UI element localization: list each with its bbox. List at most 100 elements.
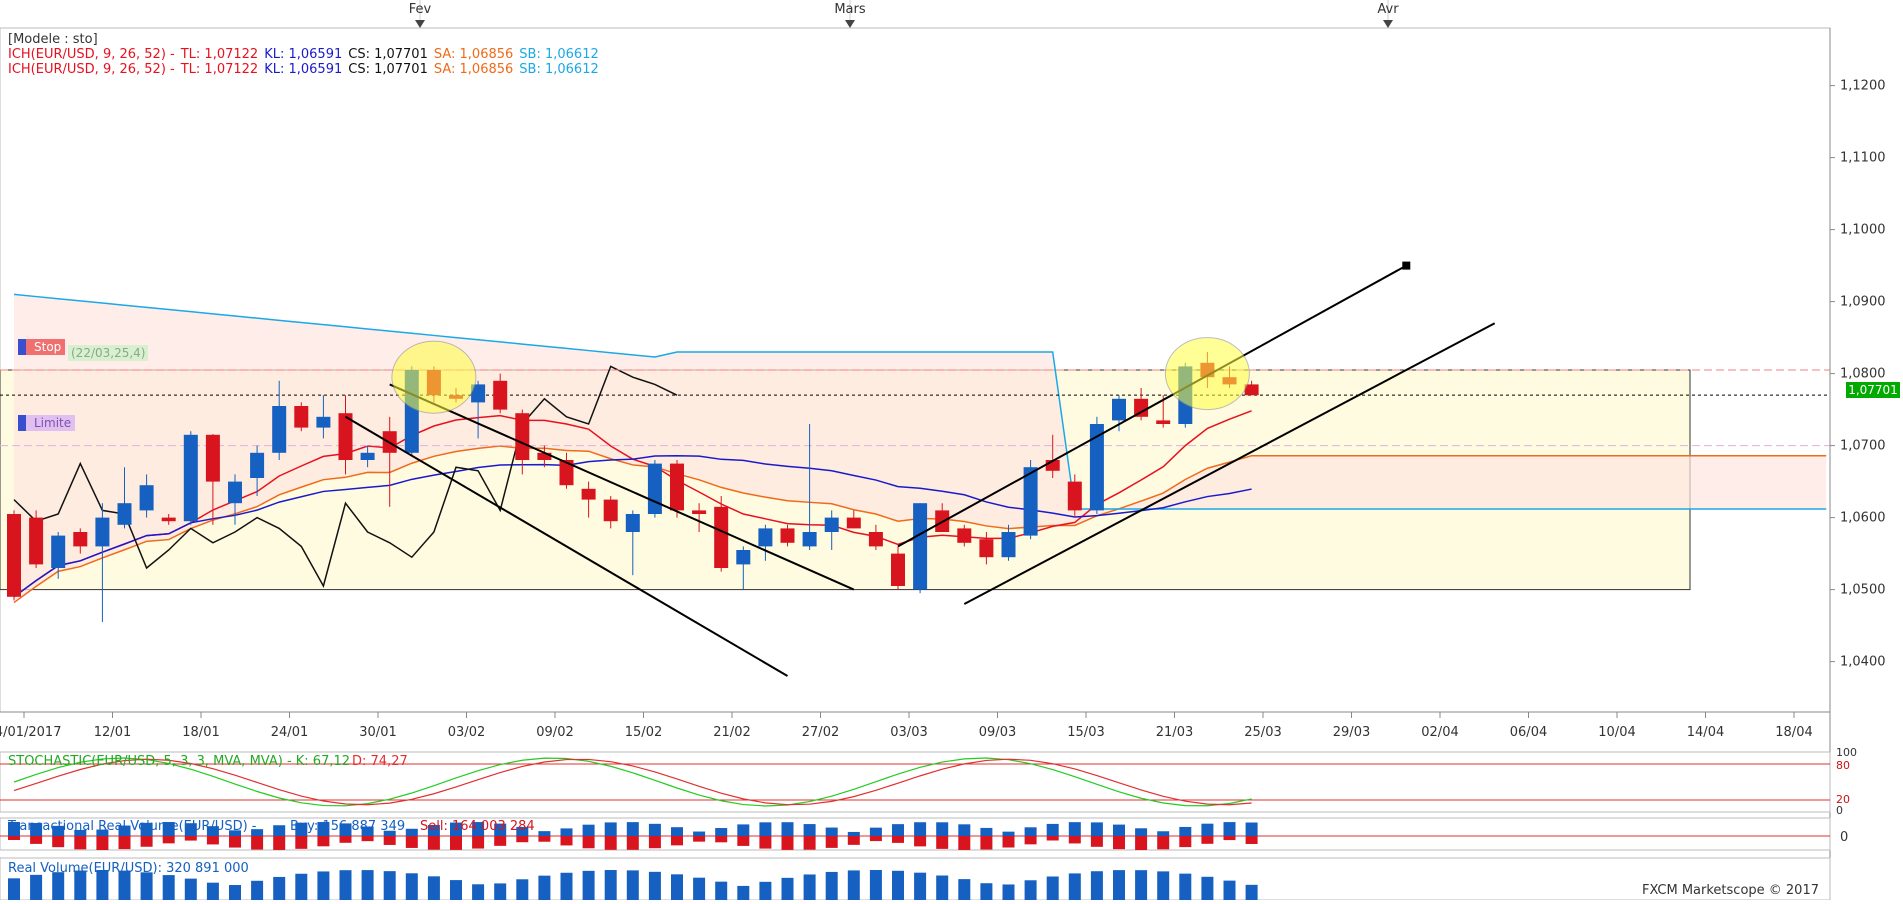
limit-tag[interactable]: Limite bbox=[18, 415, 76, 431]
volume-bar bbox=[295, 873, 308, 900]
flow-buy-bar bbox=[582, 824, 595, 836]
ichimoku-legend-row: ICH(EUR/USD, 9, 26, 52) - TL: 1,07122 KL: … bbox=[8, 47, 605, 62]
flow-buy-bar bbox=[405, 828, 418, 836]
flow-buy-label: Buy: 156 887 349 bbox=[290, 819, 405, 834]
flow-sell-bar bbox=[693, 836, 706, 842]
candle-body bbox=[1112, 398, 1126, 421]
volume-bar bbox=[737, 885, 750, 900]
volume-bar bbox=[383, 871, 396, 900]
price-tick-label: 1,0800 bbox=[1840, 367, 1886, 382]
candle-body bbox=[139, 485, 154, 511]
date-tick-label: 18/01 bbox=[182, 725, 219, 740]
date-tick-label: 02/04 bbox=[1421, 725, 1458, 740]
flow-sell-bar bbox=[936, 836, 949, 849]
candle-body bbox=[780, 528, 795, 543]
flow-sell-bar bbox=[847, 836, 860, 845]
flow-buy-bar bbox=[892, 824, 904, 836]
legend-entry: CS: 1,07701 bbox=[348, 47, 428, 62]
chart-stage: 1,1200 1,1100 1,1000 1,0900 1,0800 1,0700 1,06… bbox=[0, 0, 1903, 901]
flow-sell-bar bbox=[604, 836, 617, 850]
flow-buy-bar bbox=[980, 827, 993, 836]
month-label: Mars bbox=[834, 2, 866, 17]
volume-bar bbox=[1068, 873, 1081, 900]
flow-buy-bar bbox=[781, 822, 794, 836]
stochastic-level-label: 80 bbox=[1836, 759, 1850, 772]
flow-buy-bar bbox=[1068, 822, 1081, 836]
legend-entry: CS: 1,07701 bbox=[348, 62, 428, 77]
flow-sell-bar bbox=[715, 836, 728, 843]
flow-buy-bar bbox=[1245, 822, 1258, 836]
volume-bar bbox=[1024, 880, 1037, 900]
volume-bar bbox=[1046, 876, 1059, 900]
flow-sell-bar bbox=[781, 836, 794, 850]
flow-sell-bar bbox=[759, 836, 772, 849]
flow-buy-bar bbox=[869, 827, 882, 836]
limit-label: Limite bbox=[34, 416, 72, 430]
candle-body bbox=[603, 499, 618, 522]
stop-note: (22/03,25,4) bbox=[68, 345, 149, 361]
candle-body bbox=[891, 553, 905, 586]
flow-sell-bar bbox=[958, 836, 971, 850]
candle-body bbox=[272, 406, 287, 453]
flow-buy-bar bbox=[1113, 824, 1125, 836]
volume-bar bbox=[803, 874, 816, 900]
volume-bar bbox=[516, 879, 529, 900]
stop-tag[interactable]: Stop bbox=[18, 339, 66, 355]
month-label: Fev bbox=[409, 2, 432, 17]
flow-buy-bar bbox=[1135, 828, 1148, 836]
volume-bar bbox=[472, 884, 485, 900]
flow-sell-bar bbox=[538, 836, 551, 842]
flow-buy-bar bbox=[626, 822, 639, 836]
volume-bar bbox=[206, 882, 219, 900]
volume-bar bbox=[980, 883, 993, 900]
chart-svg[interactable]: 1,1200 1,1100 1,1000 1,0900 1,0800 1,0700 1,06… bbox=[0, 0, 1903, 901]
volume-bar bbox=[1201, 876, 1214, 900]
flow-sell-bar bbox=[1201, 836, 1214, 844]
flow-buy-bar bbox=[825, 827, 838, 836]
flow-sell-bar bbox=[626, 836, 639, 850]
candle-body bbox=[51, 535, 66, 568]
volume-bar bbox=[361, 870, 374, 900]
price-tick-label: 1,0500 bbox=[1840, 583, 1886, 598]
flow-buy-bar bbox=[538, 831, 551, 836]
flow-sell-bar bbox=[671, 836, 683, 846]
price-tick-label: 1,1100 bbox=[1840, 151, 1886, 166]
candle-body bbox=[183, 434, 198, 522]
volume-bar bbox=[869, 870, 882, 900]
date-tick-label: 29/03 bbox=[1333, 725, 1370, 740]
candle-body bbox=[316, 416, 331, 428]
flow-buy-bar bbox=[803, 824, 816, 836]
legend-entry: KL: 1,06591 bbox=[264, 62, 343, 77]
flow-sell-bar bbox=[273, 836, 286, 850]
volume-bar bbox=[648, 871, 661, 900]
flow-sell-bar bbox=[1024, 836, 1037, 845]
volume-bar bbox=[317, 871, 330, 900]
candle-body bbox=[868, 532, 883, 547]
volume-bar bbox=[892, 870, 904, 900]
candle-body bbox=[29, 517, 44, 565]
flow-sell-bar bbox=[295, 836, 308, 849]
candle-body bbox=[7, 514, 21, 597]
volume-label: Real Volume(EUR/USD): 320 891 000 bbox=[8, 861, 249, 876]
flow-buy-bar bbox=[604, 822, 617, 836]
volume-bar bbox=[229, 885, 241, 900]
price-tick-label: 1,0400 bbox=[1840, 655, 1886, 670]
price-tick-label: 1,1000 bbox=[1840, 223, 1886, 238]
volume-bar bbox=[162, 875, 175, 900]
volume-bar bbox=[1090, 871, 1103, 900]
candle-body bbox=[647, 463, 662, 514]
candle-body bbox=[73, 532, 88, 547]
date-tick-label: 09/02 bbox=[536, 725, 573, 740]
candle-body bbox=[824, 517, 839, 532]
legend-entry: TL: 1,07122 bbox=[180, 47, 259, 62]
flow-sell-bar bbox=[1002, 836, 1015, 848]
flow-sell-bar bbox=[8, 836, 20, 840]
flow-buy-bar bbox=[759, 822, 772, 836]
volume-bar bbox=[936, 875, 949, 900]
copyright: FXCM Marketscope © 2017 bbox=[1641, 883, 1819, 898]
volume-bar bbox=[251, 880, 264, 900]
legend-entry: SB: 1,06612 bbox=[519, 47, 599, 62]
flow-buy-bar bbox=[914, 822, 927, 836]
candle-body bbox=[228, 481, 242, 504]
candle-body bbox=[714, 506, 729, 568]
